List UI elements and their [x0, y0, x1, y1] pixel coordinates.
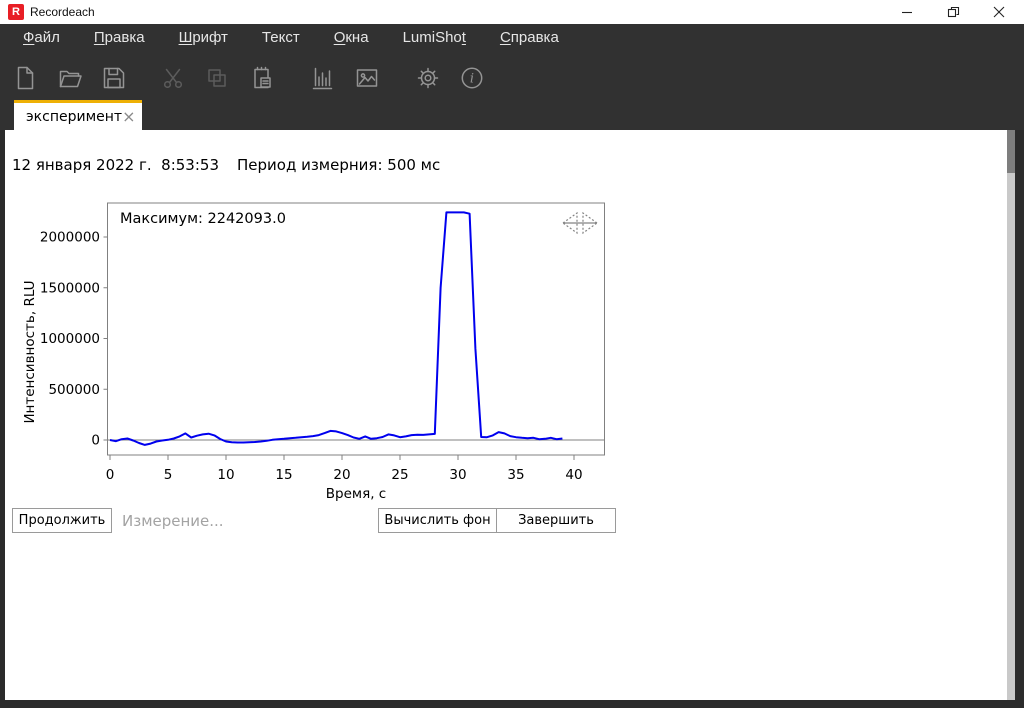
svg-text:5: 5 — [164, 467, 173, 483]
svg-text:Максимум: 2242093.0: Максимум: 2242093.0 — [120, 211, 286, 227]
paste-icon — [249, 65, 275, 91]
svg-text:15: 15 — [275, 467, 292, 483]
menu-font[interactable]: Шрифт — [162, 29, 245, 46]
svg-text:500000: 500000 — [48, 382, 100, 398]
pan-horizontal-icon[interactable] — [563, 213, 597, 233]
measurement-period: Период измерния: 500 мс — [237, 156, 440, 174]
tab-close-icon[interactable]: × — [122, 109, 135, 125]
window-border-bottom — [0, 700, 1024, 708]
app-chrome: Файл Правка Шрифт Текст Окна LumiShot Сп… — [0, 24, 1024, 130]
measurement-status-line: 12 января 2022 г. 8:53:53 Период измерния… — [12, 156, 440, 174]
svg-text:40: 40 — [565, 467, 582, 483]
measurement-datetime: 12 января 2022 г. 8:53:53 — [12, 156, 219, 174]
svg-text:10: 10 — [217, 467, 234, 483]
plot-frame — [108, 203, 605, 455]
menu-edit[interactable]: Правка — [77, 29, 162, 46]
info-icon: i — [459, 65, 485, 91]
measurement-button-disabled: Измерение... — [122, 510, 322, 535]
menu-file[interactable]: Файл — [6, 29, 77, 46]
window-border-right — [1015, 130, 1024, 708]
window-border-left — [0, 130, 5, 700]
toolbar: i — [0, 58, 485, 98]
restore-button[interactable] — [930, 0, 976, 24]
svg-text:35: 35 — [507, 467, 524, 483]
svg-text:1500000: 1500000 — [40, 280, 100, 296]
app-logo-icon: R — [8, 4, 24, 20]
bar-chart-icon — [310, 65, 336, 91]
menu-help[interactable]: Справка — [483, 29, 576, 46]
svg-text:2000000: 2000000 — [40, 230, 100, 246]
finish-button[interactable]: Завершить — [496, 508, 616, 533]
svg-text:0: 0 — [106, 467, 115, 483]
gear-icon — [415, 65, 441, 91]
copy-button[interactable] — [204, 65, 230, 91]
new-file-button[interactable] — [12, 65, 38, 91]
paste-button[interactable] — [249, 65, 275, 91]
intensity-chart: 0 5 10 15 20 25 30 35 40 0 500000 1000000 1500000 200… — [20, 202, 610, 502]
scrollbar-thumb[interactable] — [1007, 130, 1015, 173]
continue-button[interactable]: Продолжить — [12, 508, 112, 533]
svg-text:1000000: 1000000 — [40, 331, 100, 347]
menu-lumishot[interactable]: LumiShot — [386, 29, 483, 46]
chart-plot: 0 5 10 15 20 25 30 35 40 0 500000 1000000 1500000 200… — [20, 202, 610, 502]
vertical-scrollbar[interactable] — [1007, 130, 1015, 700]
save-icon — [101, 65, 127, 91]
cut-button[interactable] — [160, 65, 186, 91]
settings-button[interactable] — [415, 65, 441, 91]
svg-text:20: 20 — [333, 467, 350, 483]
info-button[interactable]: i — [459, 65, 485, 91]
image-button[interactable] — [354, 65, 380, 91]
svg-text:30: 30 — [449, 467, 466, 483]
close-icon — [993, 6, 1005, 18]
close-button[interactable] — [976, 0, 1022, 24]
restore-icon — [947, 6, 960, 19]
image-icon — [354, 65, 380, 91]
svg-text:0: 0 — [91, 433, 100, 449]
window-controls — [884, 0, 1022, 24]
cut-icon — [160, 65, 186, 91]
minimize-icon — [901, 6, 913, 18]
menu-windows[interactable]: Окна — [317, 29, 386, 46]
open-file-button[interactable] — [57, 65, 83, 91]
chart-button[interactable] — [310, 65, 336, 91]
save-button[interactable] — [101, 65, 127, 91]
svg-text:Интенсивность, RLU: Интенсивность, RLU — [22, 280, 38, 423]
tab-label: эксперимент — [26, 109, 122, 125]
svg-text:Время, с: Время, с — [326, 486, 386, 502]
open-folder-icon — [57, 65, 83, 91]
new-file-icon — [12, 65, 38, 91]
svg-text:i: i — [470, 72, 474, 87]
menu-text[interactable]: Текст — [245, 29, 317, 46]
window-title: Recordeach — [30, 5, 95, 19]
svg-text:25: 25 — [391, 467, 408, 483]
tab-experiment[interactable]: эксперимент × — [14, 100, 142, 130]
title-bar: R Recordeach — [0, 0, 1024, 24]
copy-icon — [204, 65, 230, 91]
menu-bar: Файл Правка Шрифт Текст Окна LumiShot Сп… — [6, 24, 576, 50]
minimize-button[interactable] — [884, 0, 930, 24]
calc-background-button[interactable]: Вычислить фон — [378, 508, 497, 533]
